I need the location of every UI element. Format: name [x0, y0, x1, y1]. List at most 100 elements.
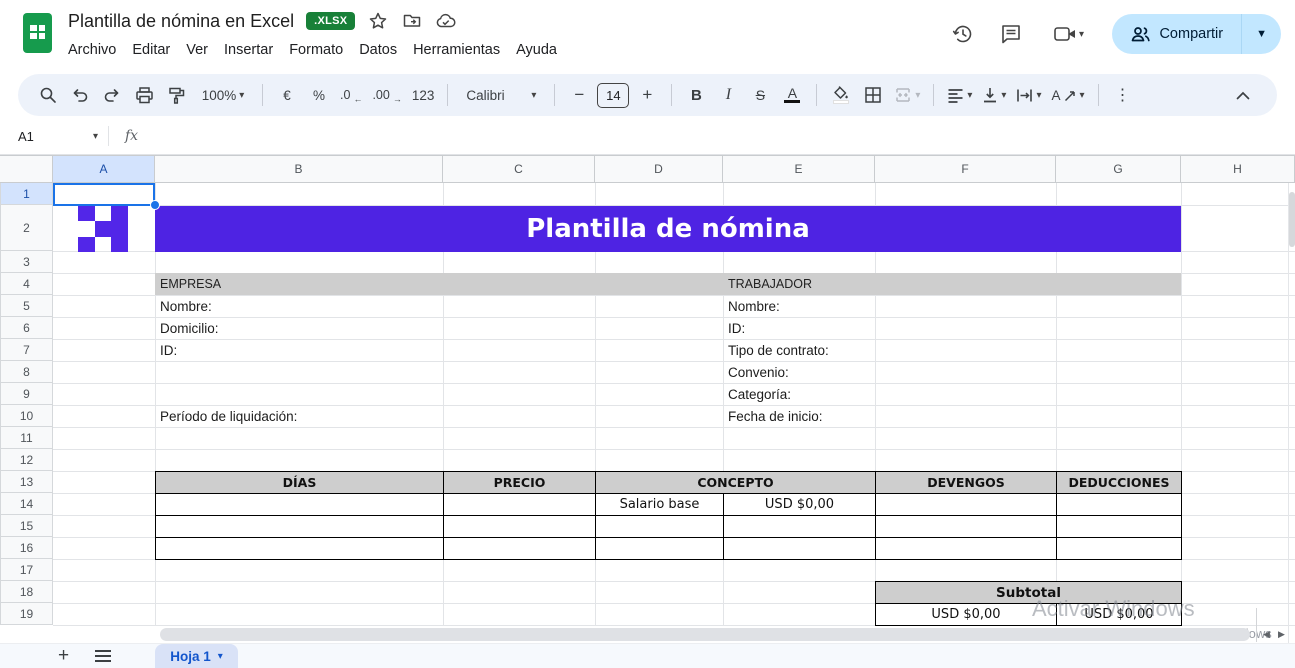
merge-cells-button[interactable]: ▾	[891, 81, 923, 109]
currency-format-button[interactable]: €	[273, 81, 301, 109]
row-header-6[interactable]: 6	[0, 317, 53, 339]
column-header-E[interactable]: E	[723, 155, 875, 183]
column-header-C[interactable]: C	[443, 155, 595, 183]
row-header-7[interactable]: 7	[0, 339, 53, 361]
star-icon[interactable]	[367, 10, 389, 32]
document-title[interactable]: Plantilla de nómina en Excel	[68, 11, 294, 32]
table-empty-cell[interactable]	[723, 537, 876, 560]
table-empty-cell[interactable]	[155, 537, 444, 560]
search-icon[interactable]	[34, 81, 62, 109]
text-wrap-button[interactable]: ▾	[1013, 81, 1044, 109]
percent-format-button[interactable]: %	[305, 81, 333, 109]
vertical-align-button[interactable]: ▾	[979, 81, 1009, 109]
table-empty-cell[interactable]	[155, 515, 444, 538]
table-empty-cell[interactable]	[723, 515, 876, 538]
more-options-icon[interactable]: ⋮	[1109, 81, 1137, 109]
horizontal-scrollbar[interactable]	[160, 628, 1250, 641]
borders-button[interactable]	[859, 81, 887, 109]
row-header-8[interactable]: 8	[0, 361, 53, 383]
menu-datos[interactable]: Datos	[351, 40, 405, 60]
cell-salario-base[interactable]: Salario base	[595, 493, 724, 516]
table-empty-cell[interactable]	[155, 493, 444, 516]
row-header-14[interactable]: 14	[0, 493, 53, 515]
add-sheet-icon[interactable]: +	[58, 645, 69, 667]
number-format-button[interactable]: 123	[409, 81, 438, 109]
column-header-G[interactable]: G	[1056, 155, 1181, 183]
selected-cell-a1[interactable]	[53, 183, 155, 206]
decrease-decimal-button[interactable]: .0←	[337, 81, 365, 109]
scroll-left-icon[interactable]: ◀	[1263, 629, 1270, 640]
text-rotation-button[interactable]: A ▾	[1048, 81, 1087, 109]
row-header-1[interactable]: 1	[0, 183, 53, 205]
bold-button[interactable]: B	[682, 81, 710, 109]
column-header-A[interactable]: A	[53, 155, 155, 183]
table-empty-cell[interactable]	[443, 537, 596, 560]
increase-font-size-button[interactable]: +	[633, 81, 661, 109]
table-empty-cell[interactable]	[875, 537, 1057, 560]
subtotal-devengos-value[interactable]: USD $0,00	[875, 603, 1057, 626]
menu-ver[interactable]: Ver	[178, 40, 216, 60]
cell-salario-valor[interactable]: USD $0,00	[723, 493, 876, 516]
table-empty-cell[interactable]	[875, 515, 1057, 538]
name-box-caret-icon[interactable]: ▾	[93, 131, 98, 142]
decrease-font-size-button[interactable]: −	[565, 81, 593, 109]
column-header-F[interactable]: F	[875, 155, 1056, 183]
column-header-B[interactable]: B	[155, 155, 443, 183]
fill-color-button[interactable]	[827, 81, 855, 109]
row-header-15[interactable]: 15	[0, 515, 53, 537]
scroll-right-icon[interactable]: ▶	[1278, 629, 1285, 640]
name-box[interactable]: A1 ▾	[0, 129, 108, 144]
row-header-13[interactable]: 13	[0, 471, 53, 493]
row-header-4[interactable]: 4	[0, 273, 53, 295]
print-icon[interactable]	[130, 81, 158, 109]
camera-caret-icon[interactable]: ▾	[1079, 29, 1084, 40]
redo-icon[interactable]	[98, 81, 126, 109]
row-header-10[interactable]: 10	[0, 405, 53, 427]
grid-corner[interactable]	[0, 155, 53, 183]
sheets-logo-icon[interactable]	[23, 13, 52, 53]
comments-icon[interactable]	[998, 21, 1024, 47]
font-family-select[interactable]: Calibri ▾	[458, 81, 544, 109]
version-history-icon[interactable]	[950, 21, 976, 47]
text-color-button[interactable]: A	[778, 81, 806, 109]
column-header-D[interactable]: D	[595, 155, 723, 183]
row-header-11[interactable]: 11	[0, 427, 53, 449]
undo-icon[interactable]	[66, 81, 94, 109]
increase-decimal-button[interactable]: .00→	[369, 81, 404, 109]
table-empty-cell[interactable]	[1056, 493, 1182, 516]
row-header-2[interactable]: 2	[0, 205, 53, 251]
cloud-saved-icon[interactable]	[435, 10, 457, 32]
font-size-input[interactable]: 14	[597, 83, 629, 108]
menu-archivo[interactable]: Archivo	[60, 40, 124, 60]
table-empty-cell[interactable]	[595, 537, 724, 560]
row-header-19[interactable]: 19	[0, 603, 53, 625]
paint-format-icon[interactable]	[162, 81, 190, 109]
selection-handle[interactable]	[150, 200, 160, 210]
row-header-18[interactable]: 18	[0, 581, 53, 603]
table-empty-cell[interactable]	[1056, 515, 1182, 538]
zoom-select[interactable]: 100% ▾	[194, 81, 252, 109]
collapse-toolbar-icon[interactable]	[1229, 81, 1257, 109]
row-header-3[interactable]: 3	[0, 251, 53, 273]
row-header-5[interactable]: 5	[0, 295, 53, 317]
share-button[interactable]: Compartir	[1112, 14, 1241, 54]
menu-formato[interactable]: Formato	[281, 40, 351, 60]
row-header-17[interactable]: 17	[0, 559, 53, 581]
column-header-H[interactable]: H	[1181, 155, 1295, 183]
table-empty-cell[interactable]	[875, 493, 1057, 516]
menu-herramientas[interactable]: Herramientas	[405, 40, 508, 60]
menu-ayuda[interactable]: Ayuda	[508, 40, 565, 60]
share-caret-icon[interactable]: ▼	[1242, 28, 1281, 40]
table-empty-cell[interactable]	[595, 515, 724, 538]
menu-editar[interactable]: Editar	[124, 40, 178, 60]
italic-button[interactable]: I	[714, 81, 742, 109]
meet-camera-icon[interactable]: ▾	[1046, 21, 1090, 47]
move-folder-icon[interactable]	[401, 10, 423, 32]
table-empty-cell[interactable]	[443, 515, 596, 538]
all-sheets-menu-icon[interactable]	[95, 650, 111, 662]
sheet-tab-hoja1[interactable]: Hoja 1 ▾	[155, 644, 238, 668]
row-header-12[interactable]: 12	[0, 449, 53, 471]
vertical-scrollbar[interactable]	[1289, 192, 1295, 247]
row-header-16[interactable]: 16	[0, 537, 53, 559]
horizontal-align-button[interactable]: ▾	[944, 81, 975, 109]
